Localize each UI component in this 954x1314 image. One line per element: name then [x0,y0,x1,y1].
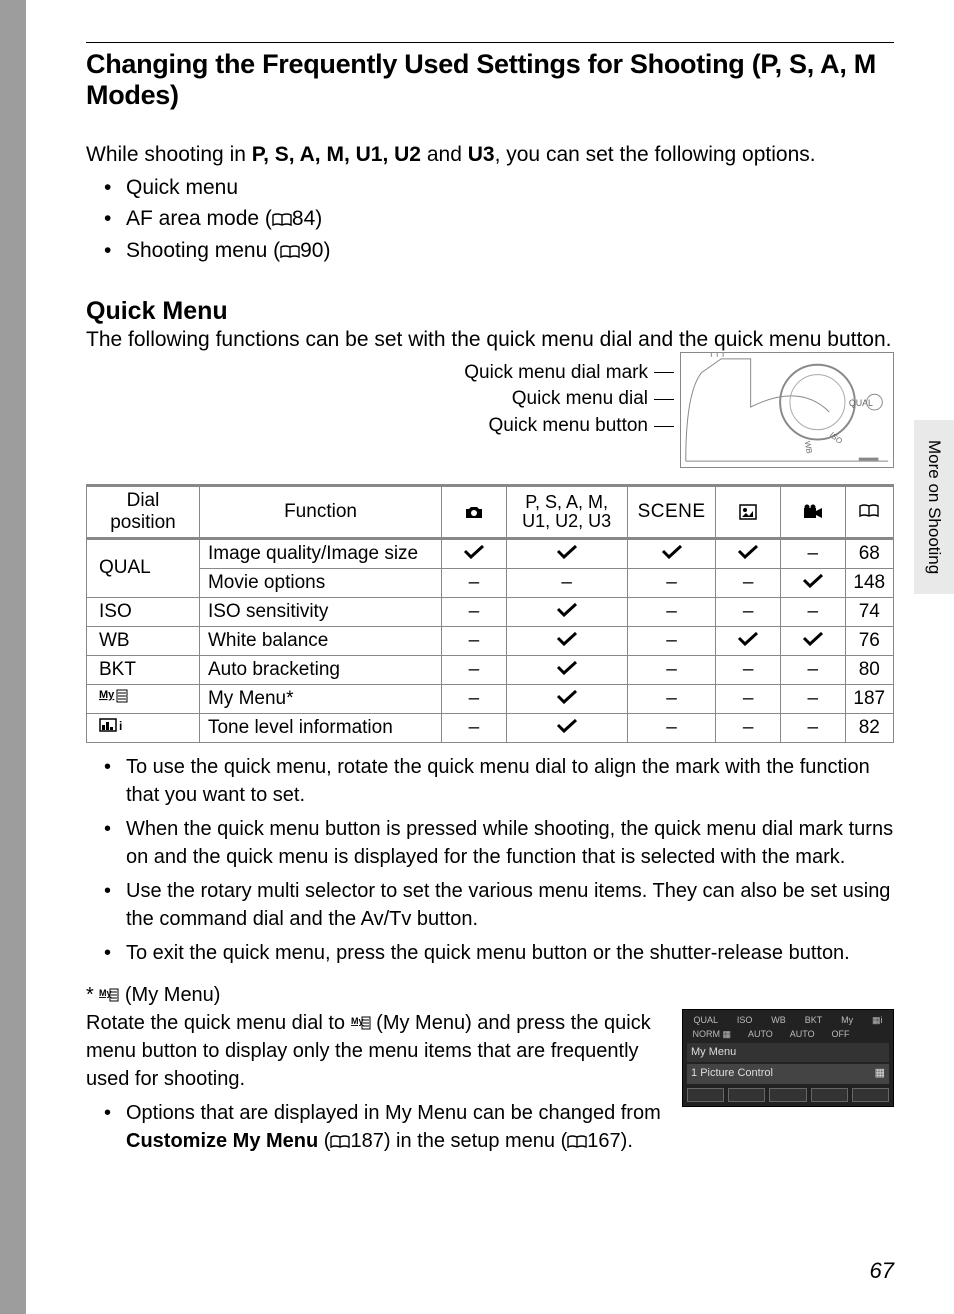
usage-notes: To use the quick menu, rotate the quick … [104,753,894,967]
quick-menu-diagram: Quick menu dial mark Quick menu dial Qui… [86,356,894,476]
table-row: iTone level information––––82 [87,713,894,742]
note-item: When the quick menu button is pressed wh… [104,815,894,871]
book-icon [859,502,879,524]
quick-menu-table: Dial position Function P, S, A, M, U1, U… [86,484,894,743]
movie-icon [803,501,823,522]
my-menu-icon: My [351,1012,371,1034]
table-row: MyMy Menu*––––187 [87,684,894,713]
table-row: Movie options––––148 [87,568,894,597]
table-row: BKTAuto bracketing––––80 [87,655,894,684]
intro-bullets: Quick menu AF area mode (84) Shooting me… [104,173,894,268]
note-item: To use the quick menu, rotate the quick … [104,753,894,809]
th-scene: SCENE [627,485,716,538]
th-psam: P, S, A, M, U1, U2, U3 [506,485,627,538]
book-icon [330,1129,350,1157]
note-item: Use the rotary multi selector to set the… [104,877,894,933]
effects-icon [738,501,758,522]
table-row: ISOISO sensitivity––––74 [87,597,894,626]
camera-body-illustration: QUAL ISO WB [680,352,894,468]
mymenu-bullet: Options that are displayed in My Menu ca… [104,1099,664,1157]
my-menu-icon: My [99,984,119,1006]
th-movie-icon [780,485,845,538]
book-icon [567,1129,587,1157]
lcd-preview: QUALISOWBBKTMy▦i NORM ▦AUTOAUTOOFF My Me… [682,1009,894,1107]
svg-text:i: i [119,719,122,733]
intro-text: While shooting in P, S, A, M, U1, U2 and… [86,141,894,169]
svg-text:My: My [99,689,115,701]
table-row: QUALImage quality/Image size–68 [87,538,894,568]
page-title: Changing the Frequently Used Settings fo… [86,49,894,111]
side-tab: More on Shooting [914,420,954,594]
book-icon [280,238,300,268]
page-number: 67 [870,1258,894,1284]
my-menu-section: * My (My Menu) Rotate the quick menu dia… [86,981,894,1163]
th-function: Function [199,485,441,538]
table-row: WBWhite balance––76 [87,626,894,655]
book-icon [272,206,292,236]
th-auto-icon [442,485,507,538]
quick-menu-heading: Quick Menu [86,297,894,326]
svg-text:QUAL: QUAL [849,398,873,408]
quick-menu-desc: The following functions can be set with … [86,328,894,352]
th-page-icon [845,485,893,538]
camera-icon [464,501,484,522]
th-dial: Dial position [87,485,200,538]
note-item: To exit the quick menu, press the quick … [104,939,894,967]
th-sfx-icon [716,485,781,538]
